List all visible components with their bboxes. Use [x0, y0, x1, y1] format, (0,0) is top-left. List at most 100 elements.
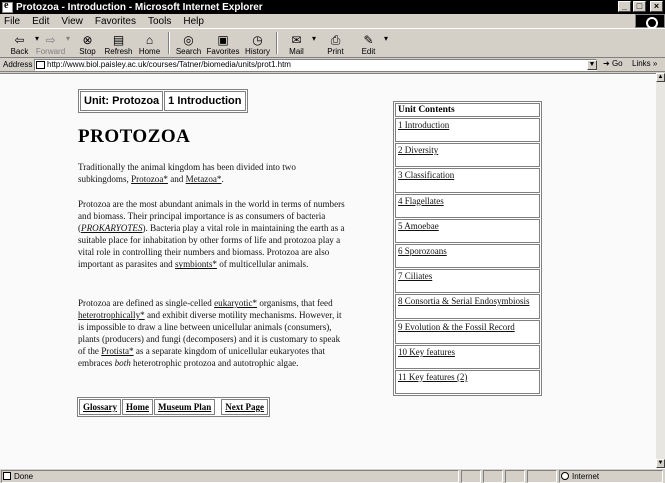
status-pane-empty [527, 470, 557, 483]
menu-view[interactable]: View [61, 16, 83, 27]
refresh-label: Refresh [104, 47, 133, 56]
refresh-button[interactable]: ▤ Refresh [103, 30, 134, 57]
edit-button[interactable]: ✎ Edit [353, 30, 388, 57]
link-metazoa[interactable]: Metazoa* [186, 174, 222, 184]
contents-link[interactable]: 11 Key features (2) [398, 372, 467, 382]
minimize-button[interactable]: _ [618, 1, 631, 12]
menu-edit[interactable]: Edit [32, 16, 49, 27]
page-title: PROTOZOA [78, 126, 191, 147]
menu-tools[interactable]: Tools [148, 16, 171, 27]
unit-label: Unit: Protozoa [80, 91, 164, 111]
forward-button[interactable]: ⇨ Forward [35, 30, 70, 57]
nav-spacer [216, 399, 220, 415]
intro-paragraph-2: Protozoa are the most abundant animals i… [78, 198, 346, 271]
contents-item[interactable]: 6 Sporozoans [395, 243, 540, 269]
history-button[interactable]: ◷ History [242, 30, 273, 57]
go-button[interactable]: ➜ Go [603, 59, 623, 68]
go-arrow-icon: ➜ [603, 59, 610, 68]
contents-link[interactable]: 10 Key features [398, 347, 455, 357]
links-button[interactable]: Links » [632, 59, 657, 68]
contents-item[interactable]: 4 Flagellates [395, 193, 540, 218]
mail-icon: ✉ [291, 32, 302, 47]
search-icon: ◎ [183, 32, 194, 47]
address-dropdown-button[interactable]: ▼ [587, 60, 597, 70]
contents-link[interactable]: 1 Introduction [398, 120, 449, 130]
contents-item[interactable]: 7 Ciliates [395, 269, 540, 294]
security-zone-pane: Internet [559, 470, 663, 483]
window-controls: _ □ × [618, 1, 663, 12]
bottom-nav: Glossary Home Museum Plan Next Page [77, 397, 271, 417]
back-button[interactable]: ⇦ Back [4, 30, 39, 57]
mail-button[interactable]: ✉ Mail [281, 30, 316, 57]
contents-link[interactable]: 4 Flagellates [398, 196, 444, 206]
link-protozoa[interactable]: Protozoa* [131, 174, 168, 184]
nav-glossary-link[interactable]: Glossary [79, 399, 122, 415]
contents-item[interactable]: 3 Classification [395, 168, 540, 193]
window-title: Protozoa - Introduction - Microsoft Inte… [16, 1, 263, 13]
refresh-icon: ▤ [112, 32, 125, 47]
windows-logo-icon [635, 14, 665, 29]
scroll-down-arrow-icon[interactable]: ▼ [656, 459, 665, 468]
vertical-scrollbar[interactable]: ▲ ▼ [656, 73, 665, 468]
scroll-up-arrow-icon[interactable]: ▲ [656, 73, 665, 82]
menu-favorites[interactable]: Favorites [95, 16, 136, 27]
link-eukaryotic[interactable]: eukaryotic* [214, 298, 257, 308]
link-symbionts[interactable]: symbionts* [175, 259, 217, 269]
forward-arrow-icon: ⇨ [45, 32, 56, 47]
contents-link[interactable]: 6 Sporozoans [398, 246, 447, 256]
stop-icon: ⊗ [82, 32, 93, 47]
contents-link[interactable]: 5 Amoebae [398, 221, 439, 231]
favorites-button[interactable]: ▣ Favorites [204, 30, 242, 57]
history-icon: ◷ [252, 32, 263, 47]
contents-link[interactable]: 3 Classification [398, 170, 454, 180]
contents-item[interactable]: 8 Consortia & Serial Endosymbiosis [395, 294, 540, 319]
status-text: Done [14, 472, 34, 481]
ie-app-icon[interactable] [2, 0, 13, 13]
para3-text-5: heterotrophic protozoa and autotrophic a… [130, 358, 299, 369]
maximize-button[interactable]: □ [633, 1, 646, 12]
toolbar: ⇦ Back ⇨ Forward ⊗ Stop ▤ Refresh ⌂ Home… [0, 30, 665, 58]
address-url: http://www.biol.paisley.ac.uk/courses/Ta… [47, 60, 291, 69]
contents-item[interactable]: 9 Evolution & the Fossil Record [395, 319, 540, 344]
close-button[interactable]: × [650, 1, 663, 12]
para3-emphasis: both [114, 358, 131, 369]
para3-text-2: organisms, that feed [257, 298, 333, 308]
search-button[interactable]: ◎ Search [173, 30, 204, 57]
home-button[interactable]: ⌂ Home [134, 30, 165, 57]
contents-link[interactable]: 7 Ciliates [398, 271, 432, 281]
para2-text-3: of multicellular animals. [216, 259, 309, 270]
status-pane-empty [483, 470, 503, 483]
intro-paragraph-3: Protozoa are defined as single-celled eu… [78, 297, 346, 370]
address-input[interactable]: http://www.biol.paisley.ac.uk/courses/Ta… [34, 59, 597, 71]
menu-help[interactable]: Help [183, 16, 204, 27]
contents-item[interactable]: 1 Introduction [395, 118, 540, 143]
globe-icon [561, 472, 569, 480]
stop-button[interactable]: ⊗ Stop [72, 30, 103, 57]
contents-item[interactable]: 5 Amoebae [395, 218, 540, 243]
home-label: Home [138, 47, 161, 56]
page-icon [36, 61, 45, 69]
nav-museum-plan-link[interactable]: Museum Plan [154, 399, 216, 415]
status-text-pane: Done [1, 470, 459, 483]
nav-next-page-link[interactable]: Next Page [221, 399, 269, 415]
stop-label: Stop [79, 47, 96, 56]
menu-file[interactable]: File [4, 16, 20, 27]
link-prokaryotes[interactable]: PROKARYOTES [81, 223, 142, 233]
contents-link[interactable]: 2 Diversity [398, 145, 438, 155]
history-label: History [245, 47, 270, 56]
contents-link[interactable]: 9 Evolution & the Fossil Record [398, 322, 515, 332]
contents-item[interactable]: 2 Diversity [395, 143, 540, 168]
mail-label: Mail [289, 47, 304, 56]
contents-link[interactable]: 8 Consortia & Serial Endosymbiosis [398, 296, 530, 306]
menu-bar: File Edit View Favorites Tools Help [0, 14, 665, 29]
contents-item[interactable]: 11 Key features (2) [395, 369, 540, 395]
unit-header-table: Unit: Protozoa 1 Introduction [78, 89, 248, 113]
link-heterotrophically[interactable]: heterotrophically* [78, 310, 145, 320]
edit-label: Edit [361, 47, 376, 56]
contents-item[interactable]: 10 Key features [395, 344, 540, 369]
back-label: Back [10, 47, 29, 56]
para1-text-3: . [221, 174, 224, 185]
print-button[interactable]: ⎙ Print [320, 30, 351, 57]
link-protista[interactable]: Protista* [101, 346, 133, 356]
nav-home-link[interactable]: Home [122, 399, 154, 415]
